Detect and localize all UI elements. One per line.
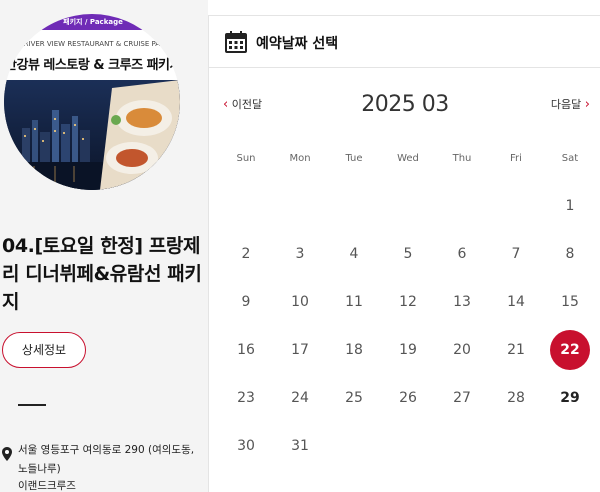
weekday-label: Sat [561,153,579,164]
day-cell-4[interactable]: 4 [334,234,374,274]
location-pin-icon [2,446,12,461]
day-cell-10[interactable]: 10 [280,282,320,322]
thumbnail-english-caption: HAN RIVER VIEW RESTAURANT & CRUISE PACKA… [6,40,180,48]
day-cell-20[interactable]: 20 [442,330,482,370]
day-cell-28[interactable]: 28 [496,378,536,418]
calendar-panel: 예약날짜 선택 ‹ 이전달 2025 03 다음달 › Sun Mon Tue Wed… [208,15,600,492]
day-cell-14[interactable]: 14 [496,282,536,322]
weekday-label: Fri [510,153,522,164]
thumbnail-title: 한강뷰 레스토랑 & 크루즈 패키지 [5,58,180,73]
day-cell-15[interactable]: 15 [550,282,590,322]
day-cell-12[interactable]: 12 [388,282,428,322]
divider [18,404,46,406]
day-cell-27[interactable]: 27 [442,378,482,418]
product-title: 04.[토요일 한정] 프랑제리 디너뷔페&유람선 패키지 [2,235,202,313]
next-month-label: 다음달 [550,98,582,111]
current-month: 2025 03 [361,92,449,117]
day-cell-21[interactable]: 21 [496,330,536,370]
day-cell-5[interactable]: 5 [388,234,428,274]
day-cell-3[interactable]: 3 [280,234,320,274]
weekday-label: Mon [289,153,311,164]
thumbnail-banner: 패키지 / Package HAN RIVER VIEW RESTAURANT … [4,14,180,80]
day-cell-26[interactable]: 26 [388,378,428,418]
day-cell-9[interactable]: 9 [226,282,266,322]
detail-info-button[interactable]: 상세정보 [2,332,86,368]
day-cell-30[interactable]: 30 [226,426,266,466]
day-cell-11[interactable]: 11 [334,282,374,322]
day-cell-18[interactable]: 18 [334,330,374,370]
weekday-label: Sun [236,153,256,164]
night-river-photo [4,80,180,190]
day-cell-25[interactable]: 25 [334,378,374,418]
day-cell-2[interactable]: 2 [226,234,266,274]
day-cell-8[interactable]: 8 [550,234,590,274]
day-cell-31[interactable]: 31 [280,426,320,466]
day-cell-22[interactable]: 22 [550,330,590,370]
day-cell-17[interactable]: 17 [280,330,320,370]
weekday-label: Tue [345,153,363,164]
day-cell-24[interactable]: 24 [280,378,320,418]
calendar-icon [225,31,247,53]
day-cell-1[interactable]: 1 [550,186,590,226]
calendar-title: 예약날짜 선택 [256,36,339,52]
weekday-label: Wed [397,153,419,164]
day-cell-16[interactable]: 16 [226,330,266,370]
weekday-label: Thu [452,153,472,164]
operator-name: 이랜드크루즈 [18,480,76,492]
day-cell-7[interactable]: 7 [496,234,536,274]
product-panel: 패키지 / Package HAN RIVER VIEW RESTAURANT … [0,0,208,492]
package-badge: 패키지 / Package [14,14,172,30]
next-month-button[interactable]: 다음달 › [551,96,590,112]
calendar-header: 예약날짜 선택 [209,16,600,68]
chevron-right-icon: › [584,97,590,112]
day-cell-29[interactable]: 29 [550,378,590,418]
day-cell-23[interactable]: 23 [226,378,266,418]
product-thumbnail: 패키지 / Package HAN RIVER VIEW RESTAURANT … [4,14,180,190]
day-cell-19[interactable]: 19 [388,330,428,370]
weekday-header-row: Sun Mon Tue Wed Thu Fri Sat [219,153,597,167]
day-cell-6[interactable]: 6 [442,234,482,274]
day-cell-13[interactable]: 13 [442,282,482,322]
venue-address: 서울 영등포구 여의동로 290 (여의도동, 노들나루) [18,444,195,475]
